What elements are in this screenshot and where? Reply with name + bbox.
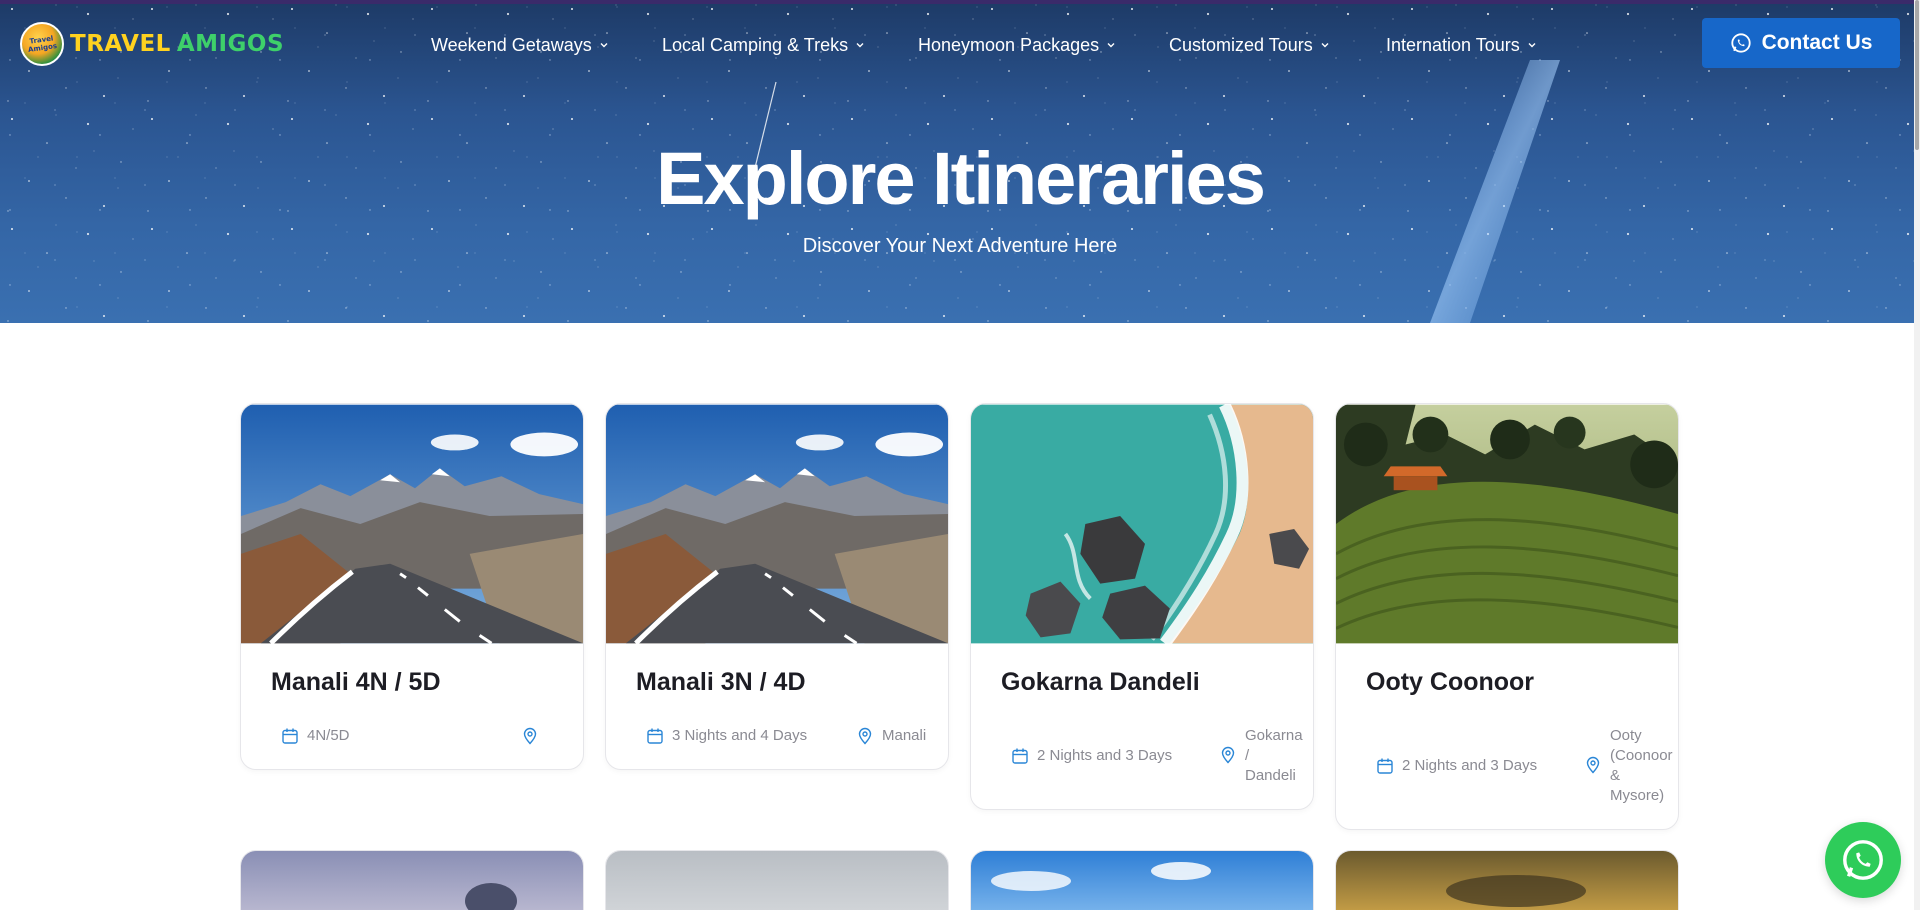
- card-title[interactable]: Gokarna Dandeli: [1001, 668, 1200, 697]
- card-location: Manali: [856, 726, 926, 746]
- itinerary-card-manali-3n4d[interactable]: Manali 3N / 4D 3 Nights and 4 Days Manal…: [605, 403, 949, 770]
- card-duration-text: 3 Nights and 4 Days: [672, 727, 808, 744]
- chevron-down-icon: [855, 40, 865, 50]
- itinerary-card-partial[interactable]: [240, 850, 584, 910]
- card-duration-text: 4N/5D: [307, 727, 350, 744]
- top-navigation: Travel Amigos TRAVEL AMIGOS Weekend Getaw…: [0, 4, 1920, 84]
- card-duration-text: 2 Nights and 3 Days: [1037, 747, 1173, 764]
- card-image-sky: [241, 851, 583, 910]
- hero-banner: Travel Amigos TRAVEL AMIGOS Weekend Getaw…: [0, 0, 1920, 323]
- chevron-down-icon: [599, 40, 609, 50]
- logo-badge-text: Travel Amigos: [27, 34, 58, 54]
- chevron-down-icon: [1320, 40, 1330, 50]
- page-title: Explore Itineraries: [656, 137, 1266, 220]
- page-subtitle: Discover Your Next Adventure Here: [802, 235, 1118, 257]
- whatsapp-float-button[interactable]: [1825, 822, 1901, 898]
- menu-item-local-camping-treks[interactable]: Local Camping & Treks: [662, 30, 865, 60]
- calendar-icon: [282, 728, 298, 744]
- card-duration: 3 Nights and 4 Days: [646, 726, 807, 746]
- page: Travel Amigos TRAVEL AMIGOS Weekend Getaw…: [0, 0, 1920, 910]
- menu-item-label: Weekend Getaways: [431, 34, 592, 55]
- card-location: Ooty (Coonoor & Mysore): [1584, 726, 1678, 806]
- menu-item-label: Local Camping & Treks: [662, 34, 849, 55]
- card-image-sky: [606, 851, 948, 910]
- card-location: [521, 726, 547, 745]
- calendar-icon: [647, 728, 663, 744]
- itinerary-card-ooty-coonoor[interactable]: Ooty Coonoor 2 Nights and 3 Days Ooty (C…: [1335, 403, 1679, 830]
- card-title[interactable]: Manali 3N / 4D: [636, 668, 806, 697]
- logo-word-amigos: AMIGOS: [176, 31, 285, 57]
- whatsapp-icon: [1730, 33, 1751, 53]
- logo-badge-icon: Travel Amigos: [20, 22, 64, 66]
- contact-us-button[interactable]: Contact Us: [1702, 18, 1900, 68]
- card-duration: 2 Nights and 3 Days: [1376, 756, 1537, 776]
- whatsapp-icon: [1843, 840, 1883, 880]
- card-duration: 4N/5D: [281, 726, 350, 746]
- menu-item-weekend-getaways[interactable]: Weekend Getaways: [431, 30, 609, 60]
- logo-word-travel: TRAVEL: [70, 31, 171, 57]
- itinerary-card-partial[interactable]: [970, 850, 1314, 910]
- contact-us-label: Contact Us: [1761, 31, 1873, 54]
- map-pin-icon: [858, 727, 872, 745]
- map-pin-icon: [1586, 756, 1600, 774]
- card-duration: 2 Nights and 3 Days: [1011, 746, 1172, 766]
- card-location-text: Manali: [882, 727, 927, 744]
- card-image-mountain-road: [241, 404, 583, 644]
- logo-wordmark: TRAVEL AMIGOS: [70, 31, 284, 57]
- card-location-text: Gokarna / Dandeli: [1245, 727, 1303, 784]
- itinerary-card-gokarna-dandeli[interactable]: Gokarna Dandeli 2 Nights and 3 Days Goka…: [970, 403, 1314, 810]
- chevron-down-icon: [1527, 40, 1537, 50]
- card-location: Gokarna / Dandeli: [1219, 726, 1309, 786]
- card-location-text: Ooty (Coonoor & Mysore): [1610, 727, 1673, 804]
- map-pin-icon: [1221, 746, 1235, 764]
- menu-item-customized-tours[interactable]: Customized Tours: [1169, 30, 1330, 60]
- card-duration-text: 2 Nights and 3 Days: [1402, 757, 1538, 774]
- map-pin-icon: [523, 727, 537, 745]
- menu-item-label: Honeymoon Packages: [918, 34, 1100, 55]
- itinerary-card-partial[interactable]: [605, 850, 949, 910]
- card-image-tea-plantation: [1336, 404, 1678, 644]
- chevron-down-icon: [1106, 40, 1116, 50]
- card-image-sky: [971, 851, 1313, 910]
- itinerary-card-partial[interactable]: [1335, 850, 1679, 910]
- card-title[interactable]: Ooty Coonoor: [1366, 668, 1534, 697]
- site-logo[interactable]: Travel Amigos TRAVEL AMIGOS: [20, 20, 284, 68]
- menu-item-label: Internation Tours: [1386, 34, 1520, 55]
- card-image-mountain-road: [606, 404, 948, 644]
- calendar-icon: [1377, 758, 1393, 774]
- card-image-sunset: [1336, 851, 1678, 910]
- menu-item-honeymoon-packages[interactable]: Honeymoon Packages: [918, 30, 1116, 60]
- card-title[interactable]: Manali 4N / 5D: [271, 668, 441, 697]
- calendar-icon: [1012, 748, 1028, 764]
- page-scrollbar-thumb[interactable]: [1915, 0, 1919, 150]
- itinerary-card-manali-4n5d[interactable]: Manali 4N / 5D 4N/5D: [240, 403, 584, 770]
- card-image-beach-aerial: [971, 404, 1313, 644]
- menu-item-label: Customized Tours: [1169, 34, 1313, 55]
- menu-item-internation-tours[interactable]: Internation Tours: [1386, 30, 1537, 60]
